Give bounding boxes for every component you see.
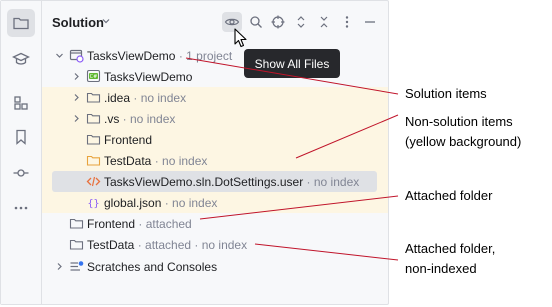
leader-line-attached-nonindexed xyxy=(254,243,399,261)
leader-line-solution-items xyxy=(185,57,399,95)
annotation-text: Attached folder xyxy=(405,188,493,203)
annotation-text-line2: non-indexed xyxy=(405,261,477,276)
annotation-text: Solution items xyxy=(405,86,487,101)
annotation-solution-items: Solution items xyxy=(405,84,487,104)
annotation-attached-nonindexed: Attached folder, non-indexed xyxy=(405,239,495,279)
annotation-text-line1: Attached folder, xyxy=(405,241,496,256)
leader-line-attached-folder xyxy=(199,195,399,220)
leader-line-non-solution xyxy=(295,114,399,159)
annotation-non-solution-items: Non-solution items (yellow background) xyxy=(405,112,521,152)
annotation-text-line2: (yellow background) xyxy=(405,134,522,149)
annotation-attached-folder: Attached folder xyxy=(405,186,492,206)
annotation-text-line1: Non-solution items xyxy=(405,114,513,129)
